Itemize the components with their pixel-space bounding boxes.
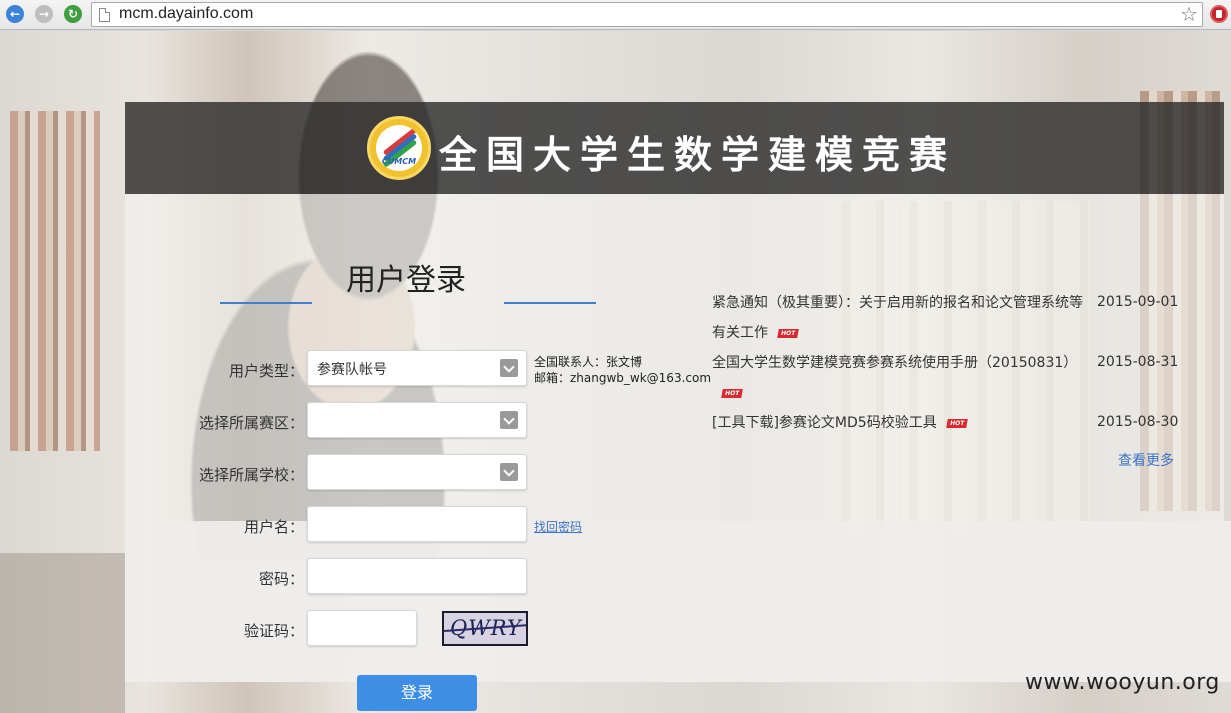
title-divider-left	[220, 302, 312, 304]
news-title[interactable]: 全国大学生数学建模竞赛参赛系统使用手册（20150831）	[712, 355, 1077, 371]
forgot-password-link[interactable]: 找回密码	[534, 518, 582, 535]
school-label: 选择所属学校：	[198, 466, 304, 484]
hot-badge: HOT	[777, 328, 800, 338]
user-type-select[interactable]: 参赛队帐号	[307, 350, 527, 386]
login-button[interactable]: 登录	[357, 675, 477, 711]
captcha-label: 验证码：	[243, 622, 304, 640]
title-divider-right	[504, 302, 596, 304]
username-input[interactable]	[307, 506, 527, 542]
watermark: www.wooyun.org	[1025, 670, 1220, 695]
browser-toolbar: ← → ↻ mcm.dayainfo.com ☆	[0, 0, 1231, 30]
school-select[interactable]	[307, 454, 527, 490]
view-more-link[interactable]: 查看更多	[1118, 450, 1174, 470]
captcha-input[interactable]	[307, 610, 417, 646]
extension-icon[interactable]	[1210, 5, 1228, 23]
username-label: 用户名：	[243, 518, 304, 536]
chevron-down-icon[interactable]	[500, 411, 518, 429]
logo-text: CUMCM	[381, 157, 417, 166]
password-input[interactable]	[307, 558, 527, 594]
captcha-image[interactable]: QWRY	[442, 611, 528, 646]
chevron-down-icon[interactable]	[500, 463, 518, 481]
password-label: 密码：	[258, 570, 304, 588]
login-title: 用户登录	[346, 263, 466, 298]
url-text[interactable]: mcm.dayainfo.com	[119, 5, 253, 23]
forward-icon[interactable]: →	[35, 5, 53, 23]
chevron-down-icon[interactable]	[500, 359, 518, 377]
news-item[interactable]: 全国大学生数学建模竞赛参赛系统使用手册（20150831） HOT	[712, 348, 1084, 408]
background-band	[0, 553, 125, 713]
cumcm-logo: CUMCM	[367, 116, 431, 180]
header-banner: CUMCM 全国大学生数学建模竞赛	[125, 102, 1224, 194]
hot-badge: HOT	[945, 418, 968, 428]
news-date: 2015-08-31	[1097, 354, 1179, 370]
region-label: 选择所属赛区：	[198, 414, 304, 432]
address-bar[interactable]: mcm.dayainfo.com ☆	[91, 2, 1203, 27]
user-type-label: 用户类型：	[228, 362, 304, 380]
news-date: 2015-09-01	[1097, 294, 1179, 310]
page-icon	[99, 8, 110, 22]
news-item[interactable]: 紧急通知（极其重要）：关于启用新的报名和论文管理系统等有关工作 HOT	[712, 288, 1092, 348]
news-date: 2015-08-30	[1097, 414, 1179, 430]
contact-email: 邮箱：zhangwb_wk@163.com	[534, 371, 712, 385]
region-select[interactable]	[307, 402, 527, 438]
background-bookshelf	[10, 111, 100, 451]
contact-info: 全国联系人：张文博 邮箱：zhangwb_wk@163.com	[534, 354, 711, 386]
back-icon[interactable]: ←	[6, 5, 24, 23]
contact-person: 全国联系人：张文博	[534, 355, 643, 369]
hot-badge: HOT	[721, 388, 744, 398]
bookmark-star-icon[interactable]: ☆	[1180, 2, 1198, 26]
news-title[interactable]: 紧急通知（极其重要）：关于启用新的报名和论文管理系统等有关工作	[712, 295, 1083, 341]
reload-icon[interactable]: ↻	[64, 5, 82, 23]
news-title[interactable]: [工具下载]参赛论文MD5码校验工具	[712, 415, 937, 431]
user-type-value: 参赛队帐号	[317, 362, 387, 378]
site-title: 全国大学生数学建模竞赛	[439, 133, 957, 177]
news-item[interactable]: [工具下载]参赛论文MD5码校验工具 HOT	[712, 408, 1092, 438]
content-panel-lower	[125, 521, 1231, 682]
